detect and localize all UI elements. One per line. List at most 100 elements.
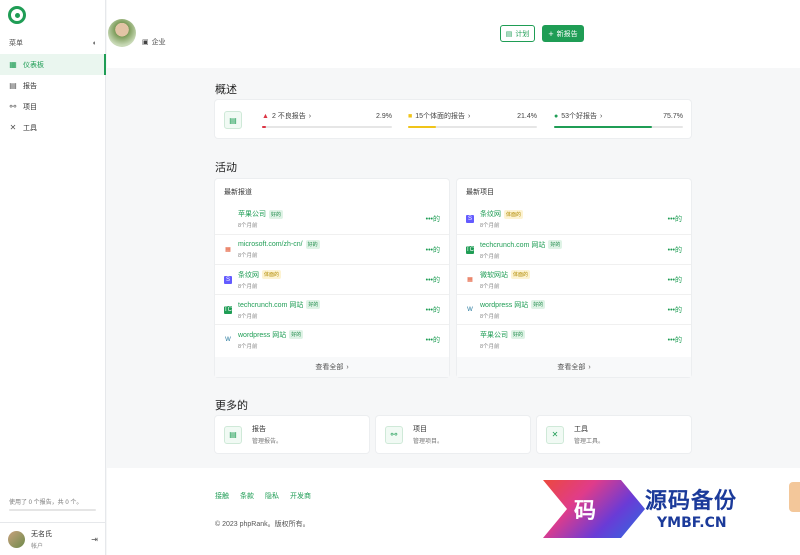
item-name[interactable]: 苹果公司 xyxy=(238,209,266,219)
list-item[interactable]: S 条纹网 体面的 8个月前 •••的 xyxy=(457,204,691,234)
list-item[interactable]: ▦ microsoft.com/zh-cn/好的 8个月前 •••的 xyxy=(215,234,449,264)
item-time: 8个月前 xyxy=(238,313,258,320)
stat-decent[interactable]: ■ 15个体面的报告 › 21.4% xyxy=(408,100,537,138)
item-name[interactable]: wordpress 网站 xyxy=(238,330,286,340)
microsoft-icon: ▦ xyxy=(225,247,231,253)
item-name[interactable]: 条纹网 xyxy=(238,270,259,280)
card-title: 最新报道 xyxy=(224,189,252,196)
avatar xyxy=(8,530,25,548)
more-card-reports[interactable]: ▤ 报告 管理报告。 xyxy=(215,416,369,453)
page-header xyxy=(107,0,800,68)
footer-link-privacy[interactable]: 隐私 xyxy=(265,491,279,501)
list-item[interactable]: S 条纹网 体面的 8个月前 •••的 xyxy=(215,264,449,294)
sidebar-item-label: 报告 xyxy=(23,82,37,90)
more-options-button[interactable]: •••的 xyxy=(668,214,682,224)
card-title: 最新项目 xyxy=(466,189,494,196)
stat-percent: 2.9% xyxy=(376,112,392,120)
activity-title: 活动 xyxy=(215,162,237,174)
list-item[interactable]: Wwordpress 网站 好的 8个月前 •••的 xyxy=(215,324,449,354)
list-item[interactable]: TC techcrunch.com 网站 好的 8个月前 •••的 xyxy=(215,294,449,324)
item-name[interactable]: 条纹网 xyxy=(480,209,501,219)
footer-link-developers[interactable]: 开发商 xyxy=(290,491,311,501)
status-badge: 好的 xyxy=(531,300,546,309)
activity-list: S 条纹网 体面的 8个月前 •••的 TC techcrunch.com 网站 好的 8个月前… xyxy=(457,204,691,354)
new-report-button[interactable]: + 新报告 xyxy=(542,25,584,42)
stripe-icon: S xyxy=(224,275,232,284)
company-label: ▣ 企业 xyxy=(142,39,166,46)
view-all-link[interactable]: 查看全部 › xyxy=(457,357,691,377)
square-icon: ■ xyxy=(408,112,413,120)
plus-icon: + xyxy=(548,28,554,39)
more-options-button[interactable]: •••的 xyxy=(426,245,440,255)
app-logo[interactable] xyxy=(8,6,26,24)
tools-icon: ✕ xyxy=(546,425,564,444)
sidebar-item-label: 工具 xyxy=(23,124,37,132)
tools-icon: ✕ xyxy=(9,123,17,132)
item-name[interactable]: 苹果公司 xyxy=(480,330,508,340)
view-all-link[interactable]: 查看全部 › xyxy=(215,357,449,377)
project-icon: ⚯ xyxy=(385,425,403,444)
list-item[interactable]: TC techcrunch.com 网站 好的 8个月前 •••的 xyxy=(457,234,691,264)
list-item[interactable]: Wwordpress 网站 好的 8个月前 •••的 xyxy=(457,294,691,324)
more-options-button[interactable]: •••的 xyxy=(426,275,440,285)
item-name[interactable]: 微软网站 xyxy=(480,270,508,280)
sidebar-item-label: 仪表板 xyxy=(23,61,44,69)
sidebar-item-tools[interactable]: ✕ 工具 xyxy=(0,117,106,138)
status-badge: 体面的 xyxy=(511,270,531,279)
list-item[interactable]: 苹果公司 好的 8个月前 •••的 xyxy=(215,204,449,234)
watermark-en: YMBF.CN xyxy=(657,515,727,531)
more-options-button[interactable]: •••的 xyxy=(426,214,440,224)
item-name[interactable]: microsoft.com/zh-cn/ xyxy=(238,241,303,248)
status-badge: 好的 xyxy=(548,240,563,249)
chevron-right-icon: › xyxy=(600,112,603,120)
item-name[interactable]: techcrunch.com 网站 xyxy=(480,240,545,250)
watermark-cn: 源码备份 xyxy=(645,489,738,514)
wordpress-icon: W xyxy=(467,306,473,313)
chevron-right-icon: › xyxy=(346,363,349,371)
stat-good[interactable]: ● 53个好报告 › 75.7% xyxy=(554,100,683,138)
item-name[interactable]: techcrunch.com 网站 xyxy=(238,300,303,310)
more-card-projects[interactable]: ⚯ 项目 管理项目。 xyxy=(376,416,530,453)
profile-avatar xyxy=(108,19,136,47)
sidebar-item-reports[interactable]: ▤ 报告 xyxy=(0,75,106,96)
stripe-icon: S xyxy=(466,215,474,223)
item-time: 8个月前 xyxy=(480,223,500,229)
status-badge: 好的 xyxy=(289,330,304,339)
watermark: 码 源码备份 YMBF.CN xyxy=(517,477,800,543)
status-badge: 体面的 xyxy=(262,270,282,279)
microsoft-icon: ▦ xyxy=(467,277,473,283)
palette-icon[interactable]: ◐ xyxy=(93,40,97,47)
status-badge: 好的 xyxy=(306,300,321,309)
wordpress-icon: W xyxy=(225,336,231,343)
user-panel[interactable]: 无名氏 帐户 ⇥ xyxy=(0,522,106,555)
item-time: 8个月前 xyxy=(238,343,258,350)
more-card-tools[interactable]: ✕ 工具 管理工具。 xyxy=(537,416,691,453)
stat-percent: 75.7% xyxy=(663,112,683,120)
list-item[interactable]: ▦ 微软网站 体面的 8个月前 •••的 xyxy=(457,264,691,294)
techcrunch-icon: TC xyxy=(466,245,474,254)
status-badge: 体面的 xyxy=(504,209,524,219)
sidebar-item-dashboard[interactable]: ▦ 仪表板 xyxy=(0,54,106,75)
footer-link-terms[interactable]: 条款 xyxy=(240,491,254,501)
chevron-right-icon: › xyxy=(468,112,471,120)
plan-button[interactable]: ▤ 计划 xyxy=(500,25,535,42)
more-options-button[interactable]: •••的 xyxy=(668,245,682,255)
latest-projects-card: 最新项目 S 条纹网 体面的 8个月前 •••的 TC techcrunch.com 网站好… xyxy=(457,179,691,377)
sidebar-item-projects[interactable]: ⚯ 项目 xyxy=(0,96,106,117)
project-icon: ⚯ xyxy=(9,102,17,111)
apple-icon xyxy=(224,215,232,223)
item-name[interactable]: wordpress 网站 xyxy=(480,300,528,310)
stat-bad[interactable]: ▲ 2 不良报告 › 2.9% xyxy=(262,100,392,138)
more-options-button[interactable]: •••的 xyxy=(668,305,682,315)
user-role: 帐户 xyxy=(31,543,44,550)
list-item[interactable]: 苹果公司 好的 8个月前 •••的 xyxy=(457,324,691,354)
more-options-button[interactable]: •••的 xyxy=(668,275,682,285)
more-options-button[interactable]: •••的 xyxy=(668,335,682,345)
status-badge: 好的 xyxy=(305,240,320,249)
more-options-button[interactable]: •••的 xyxy=(426,335,440,345)
item-time: 8个月前 xyxy=(238,253,258,259)
stat-bar-fill xyxy=(554,126,652,128)
footer-link-contact[interactable]: 接触 xyxy=(215,491,229,501)
more-options-button[interactable]: •••的 xyxy=(426,305,440,315)
logout-icon[interactable]: ⇥ xyxy=(91,535,98,544)
